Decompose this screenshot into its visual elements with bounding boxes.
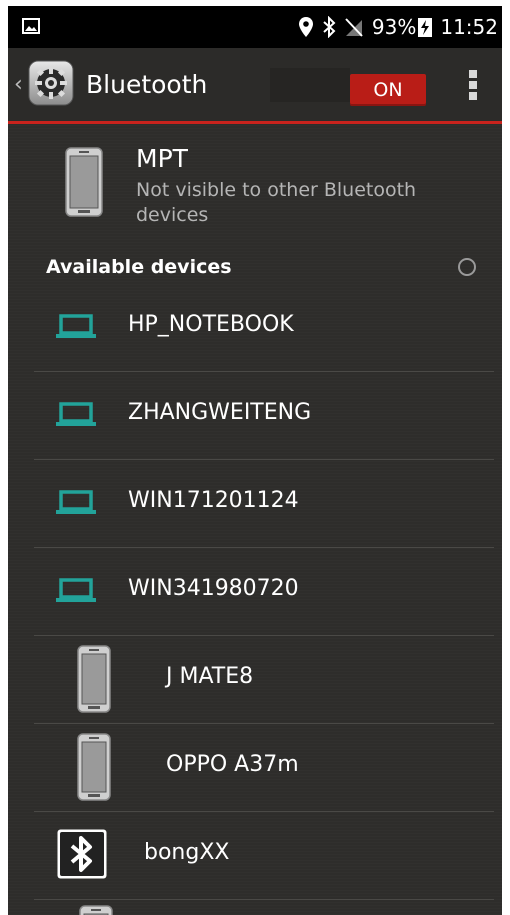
device-row[interactable]: ZHANGWEITENG [8, 372, 502, 460]
phone-icon [77, 733, 111, 801]
device-name: WIN171201124 [128, 488, 299, 513]
status-bar: 93% 11:52 [8, 6, 502, 48]
back-chevron-icon[interactable]: ‹ [14, 74, 23, 96]
device-name: WIN341980720 [128, 576, 299, 601]
battery-charging-icon [418, 16, 433, 38]
bluetooth-settings-screen: 93% 11:52 ‹ Bluetooth ON MPT Not visible… [8, 6, 502, 915]
laptop-icon [56, 402, 96, 426]
device-row[interactable]: WIN171201124 [8, 460, 502, 548]
bluetooth-status-icon [322, 16, 336, 38]
settings-app-icon[interactable] [28, 60, 74, 106]
no-sim-icon [344, 16, 364, 38]
device-row[interactable]: HP_NOTEBOOK [8, 284, 502, 372]
available-devices-header: Available devices [46, 256, 232, 278]
device-row[interactable]: OPPO A37m [8, 724, 502, 812]
gallery-notification-icon [22, 18, 40, 34]
device-name: HP_NOTEBOOK [128, 312, 294, 337]
phone-icon [79, 905, 113, 915]
device-name: OPPO A37m [166, 752, 299, 777]
bluetooth-toggle-switch[interactable]: ON [350, 74, 426, 106]
laptop-icon [56, 314, 96, 338]
page-title: Bluetooth [86, 70, 208, 99]
overflow-menu-icon[interactable] [468, 70, 478, 108]
clock: 11:52 [440, 15, 498, 39]
device-row-partial[interactable] [8, 900, 502, 915]
visibility-status[interactable]: Not visible to other Bluetooth devices [136, 178, 456, 228]
device-row[interactable]: J MATE8 [8, 636, 502, 724]
title-bar-spacer [270, 68, 350, 102]
device-name: bongXX [144, 840, 230, 865]
device-name: ZHANGWEITENG [128, 400, 312, 425]
phone-icon [77, 645, 111, 713]
action-bar: ‹ Bluetooth ON [8, 48, 502, 122]
action-bar-divider [8, 121, 502, 124]
device-row[interactable]: WIN341980720 [8, 548, 502, 636]
own-phone-icon [64, 146, 104, 218]
scanning-progress-icon [458, 258, 476, 276]
battery-percent: 93% [371, 15, 417, 39]
laptop-icon [56, 490, 96, 514]
own-device-name[interactable]: MPT [136, 144, 188, 173]
device-name: J MATE8 [166, 664, 254, 689]
location-icon [298, 16, 314, 38]
laptop-icon [56, 578, 96, 602]
device-row[interactable]: bongXX [8, 812, 502, 900]
bluetooth-device-icon [57, 829, 107, 879]
